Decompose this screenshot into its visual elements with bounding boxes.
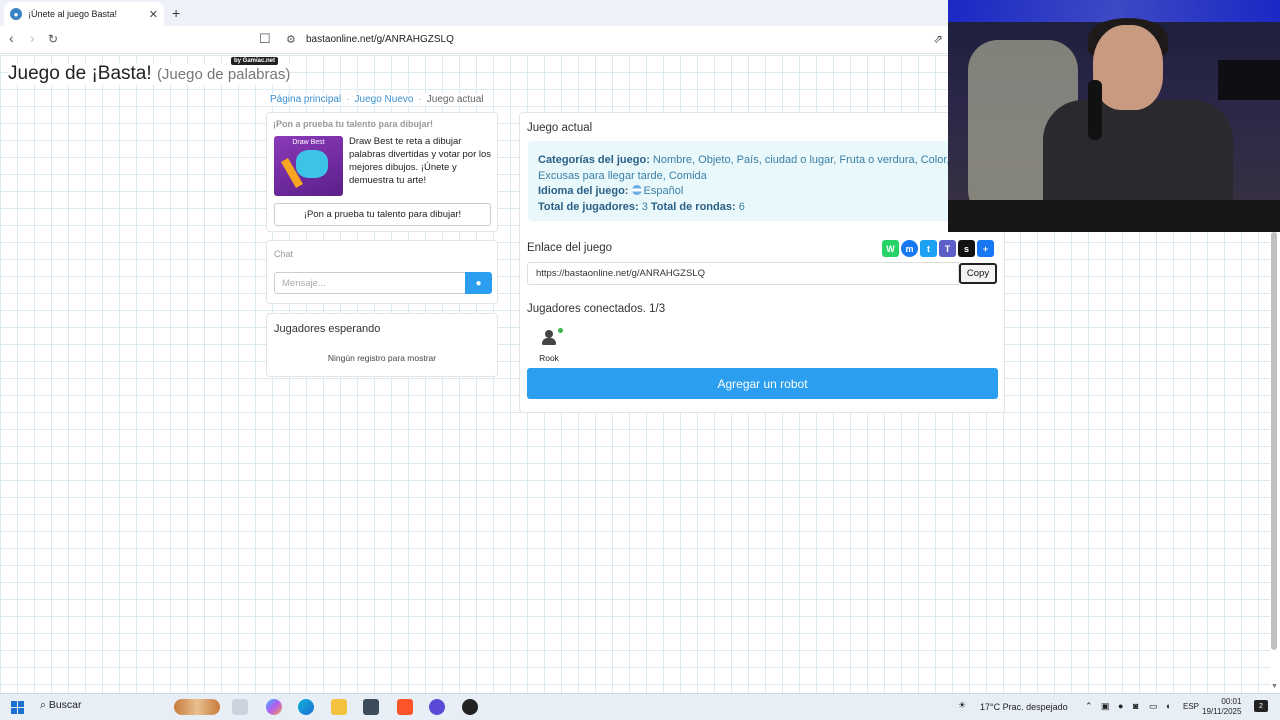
taskbar-search[interactable]: ⌕ Buscar (40, 699, 82, 712)
copilot-icon[interactable] (266, 699, 282, 715)
total-players-label: Total de jugadores: (538, 200, 639, 213)
ad-image-label: Draw Best (292, 139, 325, 146)
tab-title: ¡Únete al juego Basta! (28, 9, 118, 19)
breadcrumb: Página principal · Juego Nuevo · Juego actua… (270, 94, 484, 105)
site-title-text: Juego de ¡Basta! (8, 63, 152, 84)
taskbar-search-label: Buscar (48, 699, 82, 711)
chat-header: Chat (274, 249, 294, 259)
breadcrumb-home[interactable]: Página principal (270, 94, 341, 105)
categories-label: Categorías del juego: (538, 154, 650, 166)
microphone-icon[interactable]: ● (1118, 701, 1123, 711)
clock[interactable]: 00:01 19/11/2025 (1202, 697, 1241, 717)
waiting-players-empty: Ningún registro para mostrar (327, 353, 437, 363)
clock-time: 00:01 (1221, 697, 1242, 706)
file-explorer-icon[interactable] (331, 699, 347, 715)
ad-card: ¡Pon a prueba tu talento para dibujar! D… (266, 112, 498, 232)
game-info-box: Categorías del juego: Nombre, Objeto, Pa… (528, 141, 998, 221)
site-subtitle: (Juego de palabras) (156, 66, 291, 83)
game-link-label: Enlace del juego (527, 242, 613, 254)
current-game-card: Juego actual Categorías del juego: Nombr… (519, 112, 1005, 413)
weather-icon[interactable]: ☀ (958, 700, 966, 711)
chat-card: Chat Mensaje... ● (266, 240, 498, 304)
player-item: Rook (534, 328, 564, 363)
share-plus-icon[interactable]: + (977, 240, 994, 257)
windows-start-icon[interactable] (11, 701, 24, 714)
clock-date: 19/11/2025 (1202, 707, 1242, 716)
current-game-title: Juego actual (527, 122, 593, 134)
forward-icon[interactable]: › (30, 30, 35, 46)
obs-icon[interactable] (462, 699, 478, 715)
page-title: Juego de ¡Basta! (Juego de palabras) (8, 63, 291, 85)
tray-app-icon[interactable]: ◙ (1133, 701, 1138, 711)
chat-send-button[interactable]: ● (465, 272, 492, 294)
site-settings-icon[interactable]: ⚙ (286, 33, 296, 46)
brave-icon[interactable] (397, 699, 413, 715)
language-label: Idioma del juego: (538, 185, 629, 197)
total-rounds-value: 6 (738, 200, 745, 213)
total-rounds-label: Total de rondas: (650, 200, 736, 213)
twitter-icon[interactable]: t (920, 240, 937, 257)
copy-button[interactable]: Copy (959, 263, 997, 284)
notification-icon[interactable]: 2 (1254, 700, 1268, 712)
weather-text[interactable]: 17°C Prac. despejado (980, 702, 1068, 712)
player-name: Rook (539, 353, 559, 363)
share-page-icon[interactable]: ⇗ (933, 32, 943, 46)
scrollbar-thumb[interactable] (1271, 232, 1277, 650)
tab-close-icon[interactable]: ✕ (149, 8, 158, 21)
tray-chevron-icon[interactable]: ⌃ (1085, 701, 1093, 712)
address-bar[interactable]: bastaonline.net/g/ANRAHGZSLQ (306, 34, 454, 45)
add-robot-button[interactable]: Agregar un robot (527, 368, 998, 399)
ad-header: ¡Pon a prueba tu talento para dibujar! (273, 119, 434, 129)
language-value: Español (643, 185, 684, 197)
tray-device-icon[interactable]: ▣ (1101, 701, 1110, 712)
app-icon[interactable] (429, 699, 445, 715)
draw-best-image[interactable]: Draw Best (274, 136, 343, 196)
new-tab-button[interactable]: + (172, 5, 180, 21)
gamiac-badge[interactable]: by Gamiac.net (231, 57, 279, 65)
breadcrumb-current: Juego actual (426, 94, 484, 105)
chat-message-input[interactable]: Mensaje... (274, 272, 465, 294)
snapchat-icon[interactable]: s (958, 240, 975, 257)
user-avatar-icon (541, 330, 557, 346)
edge-icon[interactable] (298, 699, 314, 715)
argentina-flag-icon (631, 185, 642, 195)
total-players-value: 3 (641, 200, 648, 213)
waiting-players-title: Jugadores esperando (274, 323, 381, 335)
task-view-icon[interactable] (232, 699, 248, 715)
waiting-players-card: Jugadores esperando Ningún registro para… (266, 313, 498, 377)
game-link-input[interactable]: https://bastaonline.net/g/ANRAHGZSLQ (527, 262, 959, 285)
volume-icon[interactable]: ◖ (1165, 701, 1170, 711)
network-icon[interactable]: ▭ (1149, 701, 1158, 712)
reload-icon[interactable]: ↻ (48, 32, 58, 46)
breadcrumb-new-game[interactable]: Juego Nuevo (355, 94, 414, 105)
online-status-icon (558, 328, 563, 333)
webcam-overlay (948, 0, 1280, 232)
connected-players-label: Jugadores conectados. 1/3 (527, 303, 666, 315)
whatsapp-icon[interactable]: W (882, 240, 899, 257)
site-favicon-icon: ● (10, 8, 22, 20)
mail-icon[interactable] (363, 699, 379, 715)
browser-tab[interactable]: ● ¡Únete al juego Basta! ✕ (4, 2, 164, 26)
messenger-icon[interactable]: m (901, 240, 918, 257)
language-indicator[interactable]: ESP (1183, 702, 1199, 711)
categories-value-cont: Excusas para llegar tarde, Comida (538, 169, 707, 182)
ad-button[interactable]: ¡Pon a prueba tu talento para dibujar! (274, 203, 491, 226)
teams-icon[interactable]: T (939, 240, 956, 257)
ad-text: Draw Best te reta a dibujar palabras div… (349, 136, 492, 186)
back-icon[interactable]: ‹ (9, 30, 14, 46)
chat-bubble-icon: ● (475, 277, 482, 289)
windows-taskbar: ⌕ Buscar ☀ 17°C Prac. despejado ⌃ ▣ ● ◙ … (0, 693, 1280, 720)
scroll-down-icon[interactable]: ▼ (1271, 683, 1278, 690)
search-highlight-icon[interactable] (174, 699, 220, 715)
categories-value: Nombre, Objeto, País, ciudad o lugar, Fr… (652, 154, 960, 166)
share-icons: W m t T s + (882, 240, 994, 257)
bookmark-icon[interactable]: ☐ (259, 31, 271, 47)
